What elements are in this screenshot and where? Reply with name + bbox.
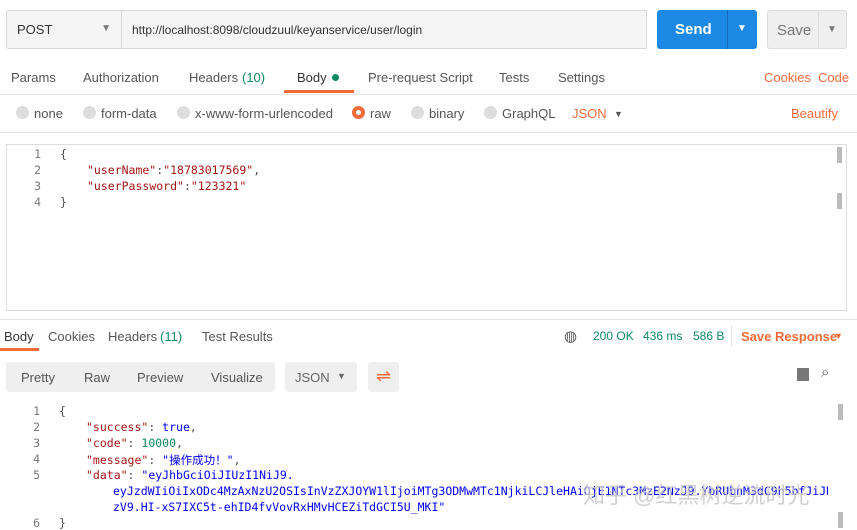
json-value: "eyJhbGciOiJIUzI1NiJ9. bbox=[141, 468, 294, 482]
tab-settings[interactable]: Settings bbox=[558, 70, 605, 85]
active-tab-underline bbox=[284, 90, 354, 93]
save-label: Save bbox=[777, 22, 812, 39]
scrollbar[interactable] bbox=[837, 147, 842, 163]
json-key: "userPassword" bbox=[87, 179, 184, 193]
send-dropdown-icon[interactable]: ▼ bbox=[737, 23, 747, 34]
tab-response-cookies[interactable]: Cookies bbox=[48, 329, 95, 344]
copy-icon[interactable] bbox=[797, 368, 809, 381]
json-key: "success" bbox=[86, 420, 149, 434]
radio-binary[interactable] bbox=[411, 106, 424, 119]
label-none: none bbox=[34, 106, 63, 121]
response-format-value: JSON bbox=[295, 370, 330, 385]
json-value: 10000 bbox=[141, 436, 177, 450]
label-binary: binary bbox=[429, 106, 465, 121]
radio-none[interactable] bbox=[16, 106, 29, 119]
save-response-button[interactable]: Save Response bbox=[741, 329, 837, 344]
scrollbar-thumb[interactable] bbox=[837, 193, 842, 209]
headers-count: (10) bbox=[242, 70, 266, 85]
tab-authorization[interactable]: Authorization bbox=[83, 70, 159, 85]
brace: { bbox=[59, 404, 66, 418]
label-raw: raw bbox=[370, 106, 391, 121]
json-key: "code" bbox=[86, 436, 128, 450]
watermark: 知乎 @红黑树逆流时光 bbox=[583, 483, 810, 508]
body-format-select[interactable]: JSON bbox=[572, 106, 607, 121]
line-number: 3 bbox=[33, 436, 40, 450]
tab-test-results[interactable]: Test Results bbox=[202, 329, 273, 344]
body-indicator-dot bbox=[332, 74, 339, 81]
search-icon[interactable]: ⌕ bbox=[821, 364, 829, 381]
response-headers-count: (11) bbox=[160, 329, 183, 344]
chevron-down-icon: ▼ bbox=[101, 23, 111, 34]
radio-urlencoded[interactable] bbox=[177, 106, 190, 119]
send-button[interactable]: Send ▼ bbox=[657, 10, 757, 49]
tab-headers[interactable]: Headers bbox=[189, 70, 238, 85]
json-value: "123321" bbox=[190, 179, 247, 193]
line-number: 4 bbox=[33, 452, 40, 466]
json-value: "18783017569" bbox=[163, 163, 254, 177]
json-value: "操作成功！" bbox=[162, 453, 234, 467]
globe-icon[interactable]: ◍ bbox=[564, 327, 577, 345]
label-graphql: GraphQL bbox=[502, 106, 556, 121]
wrap-lines-icon[interactable]: ⇌ bbox=[368, 362, 399, 392]
view-pretty[interactable]: Pretty bbox=[21, 370, 55, 400]
beautify-link[interactable]: Beautify bbox=[791, 106, 838, 121]
save-dropdown-icon[interactable]: ▼ bbox=[827, 24, 837, 35]
status-code: 200 OK bbox=[593, 329, 634, 343]
save-button[interactable]: Save ▼ bbox=[767, 10, 847, 49]
json-value: true bbox=[162, 420, 190, 434]
view-visualize[interactable]: Visualize bbox=[211, 370, 263, 400]
chevron-down-icon: ▼ bbox=[337, 371, 346, 381]
tab-response-body[interactable]: Body bbox=[4, 329, 34, 344]
label-urlencoded: x-www-form-urlencoded bbox=[195, 106, 333, 121]
chevron-down-icon: ▼ bbox=[614, 109, 623, 119]
brace: } bbox=[60, 195, 67, 209]
response-size: 586 B bbox=[693, 329, 725, 343]
radio-form-data[interactable] bbox=[83, 106, 96, 119]
request-body-editor[interactable]: 1 2 3 4 { "userName":"18783017569", "use… bbox=[6, 144, 847, 311]
code-line: "userName":"18783017569", bbox=[87, 163, 261, 177]
line-number: 5 bbox=[33, 468, 40, 482]
method-value: POST bbox=[17, 22, 53, 37]
tab-pre-request-script[interactable]: Pre-request Script bbox=[368, 70, 473, 85]
line-number: 4 bbox=[34, 195, 41, 209]
label-form-data: form-data bbox=[101, 106, 157, 121]
json-key: "data" bbox=[86, 468, 128, 482]
scrollbar-thumb[interactable] bbox=[838, 512, 843, 528]
brace: { bbox=[60, 147, 67, 161]
response-format-select[interactable]: JSON ▼ bbox=[285, 362, 357, 392]
view-raw[interactable]: Raw bbox=[84, 370, 110, 400]
code-link[interactable]: Code bbox=[818, 70, 849, 85]
active-tab-underline bbox=[0, 348, 39, 351]
tab-body[interactable]: Body bbox=[297, 70, 327, 85]
line-number: 1 bbox=[33, 404, 40, 418]
json-key: "message" bbox=[86, 453, 149, 467]
line-number: 2 bbox=[33, 420, 40, 434]
chevron-down-icon: ▼ bbox=[834, 331, 843, 341]
radio-graphql[interactable] bbox=[484, 106, 497, 119]
radio-raw[interactable] bbox=[352, 106, 365, 119]
line-number: 1 bbox=[34, 147, 41, 161]
json-key: "userName" bbox=[87, 163, 157, 177]
method-select[interactable]: POST ▼ bbox=[6, 10, 122, 49]
json-value-cont: zV9.HI-xS7IXC5t-ehID4fvVovRxHMvHCEZiTdGC… bbox=[113, 500, 446, 514]
tab-params[interactable]: Params bbox=[11, 70, 56, 85]
url-input[interactable]: http://localhost:8098/cloudzuul/keyanser… bbox=[121, 10, 647, 49]
line-number: 3 bbox=[34, 179, 41, 193]
tab-response-headers[interactable]: Headers bbox=[108, 329, 157, 344]
view-preview[interactable]: Preview bbox=[137, 370, 183, 400]
send-label: Send bbox=[675, 21, 712, 38]
line-number: 2 bbox=[34, 163, 41, 177]
cookies-link[interactable]: Cookies bbox=[764, 70, 811, 85]
tab-tests[interactable]: Tests bbox=[499, 70, 529, 85]
response-time: 436 ms bbox=[643, 329, 683, 343]
code-line: "userPassword":"123321" bbox=[87, 179, 247, 193]
scrollbar[interactable] bbox=[838, 404, 843, 420]
